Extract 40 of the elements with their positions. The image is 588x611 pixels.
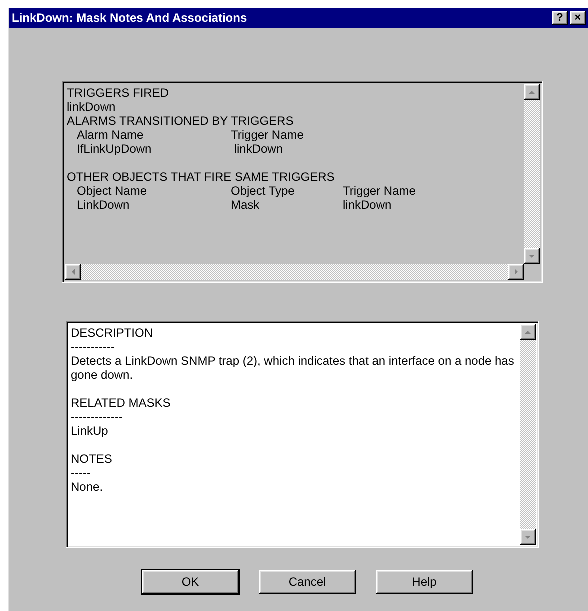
notes-text-area[interactable]: DESCRIPTION ----------- Detects a LinkDown SNMP trap (2), which indicates that an interface on a node has gone down. RELATED MASKS ------------- LinkUp NOTES ----- None. [66,321,539,548]
column-text: Object Name [77,184,148,198]
column-text: Trigger Name [231,128,305,142]
dialog-button[interactable]: Cancel [259,570,356,594]
text-line: NOTES [71,452,114,466]
associations-text-area[interactable]: TRIGGERS FIRED linkDown ALARMS TRANSITIONED BY TRIGGERS Alarm Name Trigger Name IfLinkUpDown linkDown OTHER OBJECTS THAT FIRE SAME TRIGGERS Object Name Object Type Trigger Name LinkDown Mask linkDown [62,81,543,283]
column-text: IfLinkUpDown [77,142,153,156]
scroll-left-button[interactable] [65,264,81,280]
dialog-button[interactable]: OK [142,570,239,594]
text-line: Detects a LinkDown SNMP trap (2), which indicates that an interface on a node has gone down. [71,354,516,382]
text-line: ----------- [71,340,116,354]
text-line: ALARMS TRANSITIONED BY TRIGGERS [67,114,295,128]
text-line: LinkUp [71,424,110,438]
column-text: linkDown [233,142,284,156]
vertical-scrollbar[interactable] [524,84,540,264]
text-line: linkDown [67,100,117,114]
column-text: Alarm Name [77,128,145,142]
column-text: LinkDown [77,198,131,212]
column-text: Mask [231,198,261,212]
help-button[interactable]: ? [552,11,568,25]
text-line: ----- [71,466,92,480]
text-line: TRIGGERS FIRED [67,86,170,100]
column-text: linkDown [343,198,393,212]
scroll-up-button[interactable] [520,324,536,340]
vertical-scrollbar[interactable] [520,324,536,545]
text-line: OTHER OBJECTS THAT FIRE SAME TRIGGERS [67,170,336,184]
scroll-down-button[interactable] [524,248,540,264]
text-line: RELATED MASKS [71,396,172,410]
scroll-right-button[interactable] [508,264,524,280]
dialog-button[interactable]: Help [376,570,473,594]
close-button[interactable]: × [570,11,586,25]
column-text: Trigger Name [343,184,417,198]
scroll-up-button[interactable] [524,84,540,100]
horizontal-scrollbar[interactable] [65,264,524,280]
column-text: Object Type [231,184,296,198]
scroll-down-button[interactable] [520,529,536,545]
text-line: DESCRIPTION [71,326,154,340]
text-line: None. [71,480,104,494]
window-title: LinkDown: Mask Notes And Associations [12,11,248,25]
text-line: ------------- [71,410,124,424]
